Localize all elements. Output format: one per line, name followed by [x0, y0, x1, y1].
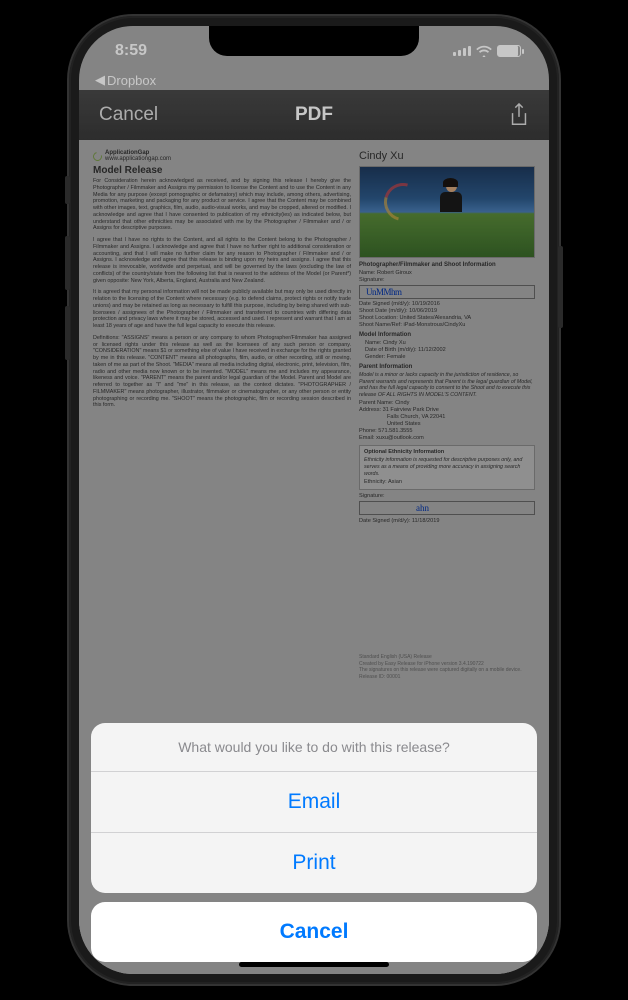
action-sheet-title: What would you like to do with this rele… — [91, 723, 537, 772]
email-button[interactable]: Email — [91, 772, 537, 833]
action-sheet: What would you like to do with this rele… — [91, 723, 537, 962]
side-button — [65, 306, 70, 360]
screen: 8:59 ◀ Dropbox Cancel PDF — [79, 26, 549, 974]
side-button — [65, 236, 70, 290]
side-button — [65, 176, 70, 204]
print-button[interactable]: Print — [91, 833, 537, 893]
sheet-cancel-button[interactable]: Cancel — [91, 902, 537, 962]
side-button — [558, 246, 563, 328]
home-indicator[interactable] — [239, 962, 389, 967]
phone-frame: 8:59 ◀ Dropbox Cancel PDF — [69, 16, 559, 984]
